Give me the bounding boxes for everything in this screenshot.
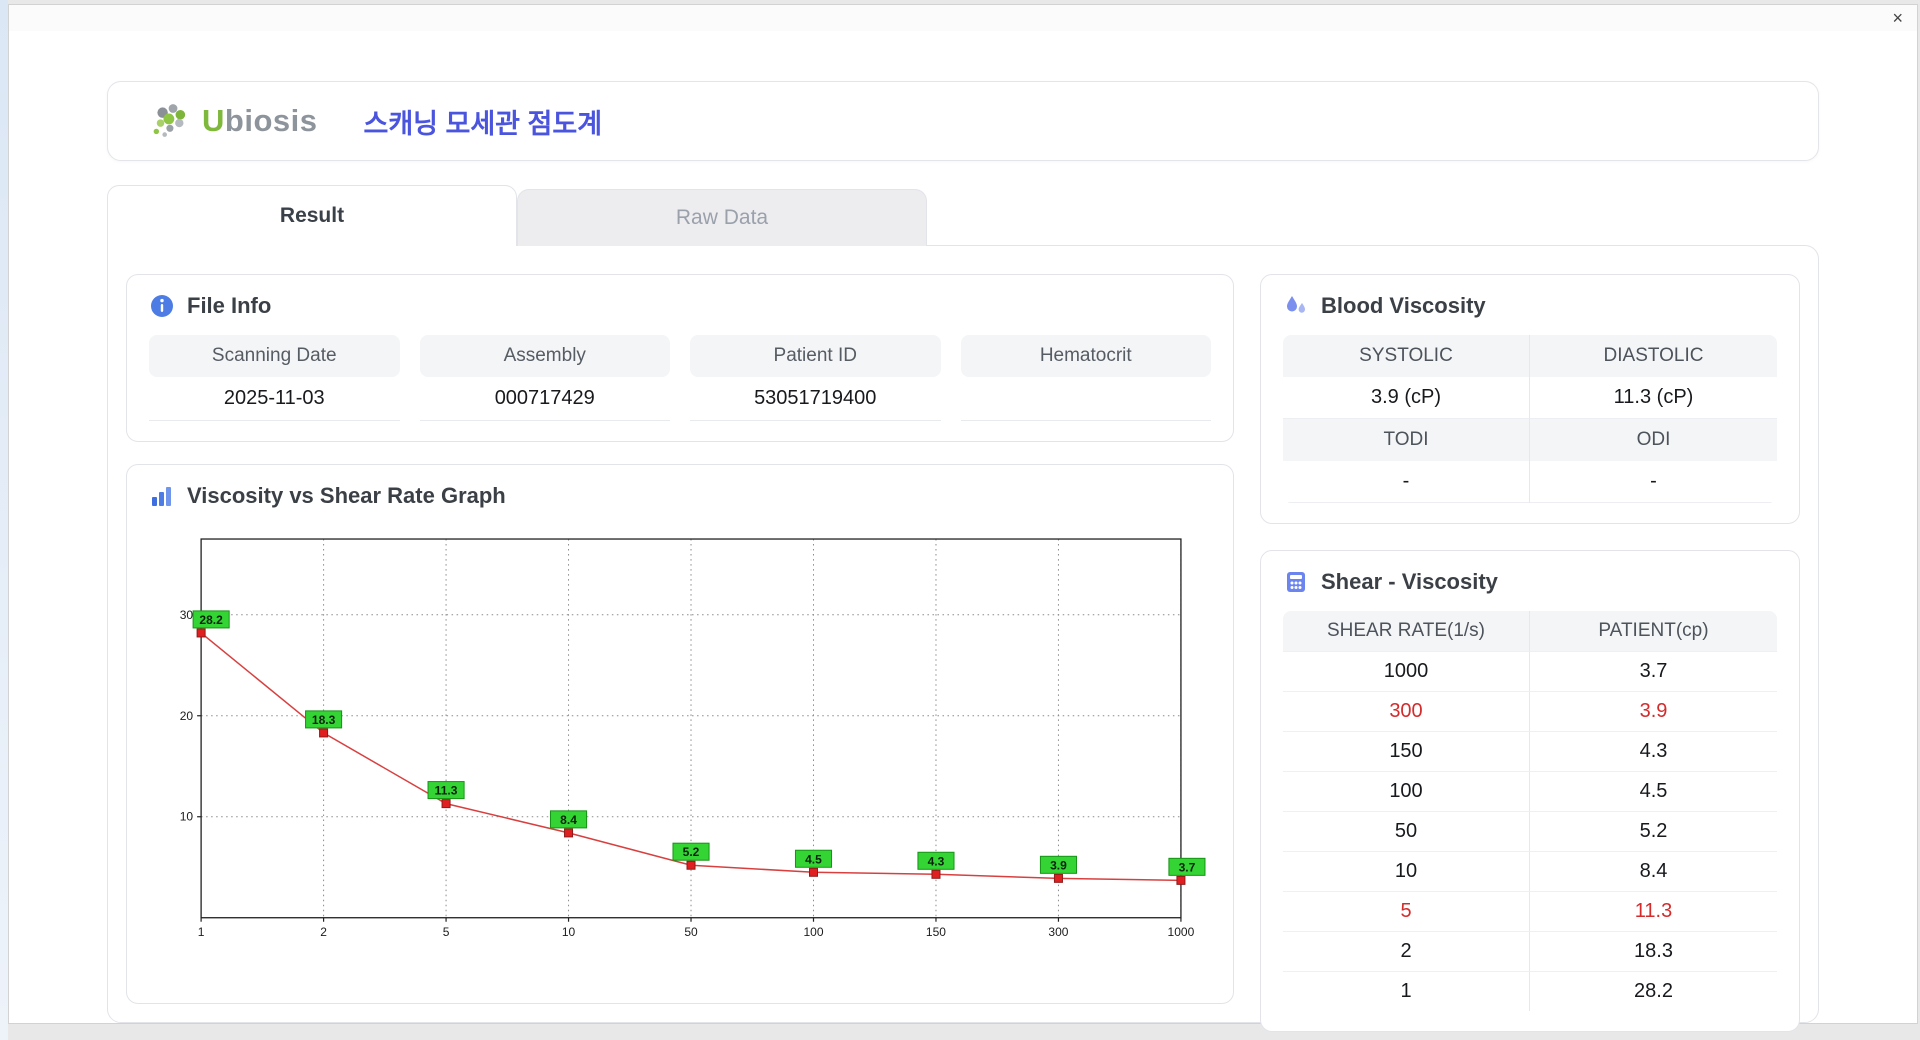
svg-text:18.3: 18.3 bbox=[312, 713, 336, 727]
info-icon bbox=[151, 295, 173, 317]
svg-text:28.2: 28.2 bbox=[199, 613, 223, 627]
logo-text-u: U bbox=[202, 103, 225, 138]
svg-text:5.2: 5.2 bbox=[683, 845, 700, 859]
sv-rate: 50 bbox=[1283, 811, 1530, 851]
field-label: Assembly bbox=[419, 335, 670, 377]
sv-col-patient: PATIENT(cp) bbox=[1530, 611, 1777, 651]
graph-header: Viscosity vs Shear Rate Graph bbox=[149, 483, 1211, 509]
shear-viscosity-header: Shear - Viscosity bbox=[1283, 569, 1777, 595]
tab-raw-data[interactable]: Raw Data bbox=[517, 189, 927, 246]
sv-value: 3.9 bbox=[1530, 691, 1777, 731]
svg-text:4.5: 4.5 bbox=[805, 852, 822, 866]
page: Ubiosis 스캐닝 모세관 점도계 Result Raw Data File bbox=[9, 31, 1917, 1032]
window-close-button[interactable]: × bbox=[1892, 9, 1903, 27]
app-header: Ubiosis 스캐닝 모세관 점도계 bbox=[107, 81, 1819, 161]
field-assembly: Assembly 000717429 bbox=[419, 335, 670, 421]
sv-rate: 2 bbox=[1283, 931, 1530, 971]
bv-header-systolic: SYSTOLIC bbox=[1283, 335, 1530, 377]
field-value: 000717429 bbox=[419, 377, 670, 421]
file-info-header: File Info bbox=[149, 293, 1211, 319]
svg-text:20: 20 bbox=[180, 709, 194, 723]
droplet-icon bbox=[1287, 296, 1305, 313]
svg-text:11.3: 11.3 bbox=[435, 784, 458, 798]
graph-card: Viscosity vs Shear Rate Graph 10 20 30 1 2 5 1… bbox=[126, 464, 1234, 1004]
shear-viscosity-table: SHEAR RATE(1/s) PATIENT(cp) 1000 3.7 300… bbox=[1283, 611, 1777, 1011]
logo-text: Ubiosis bbox=[202, 103, 317, 139]
sv-rate: 150 bbox=[1283, 731, 1530, 771]
sv-rate: 5 bbox=[1283, 891, 1530, 931]
svg-text:150: 150 bbox=[926, 925, 946, 939]
svg-text:1000: 1000 bbox=[1168, 925, 1195, 939]
bv-value-odi: - bbox=[1530, 461, 1777, 503]
svg-text:300: 300 bbox=[1048, 925, 1068, 939]
field-value bbox=[960, 377, 1211, 421]
blood-viscosity-table: SYSTOLIC DIASTOLIC 3.9 (cP) 11.3 (cP) TO… bbox=[1283, 335, 1777, 503]
sv-value: 4.3 bbox=[1530, 731, 1777, 771]
bv-header-odi: ODI bbox=[1530, 419, 1777, 461]
bar-chart-icon bbox=[152, 487, 171, 506]
calculator-icon bbox=[1287, 572, 1305, 592]
svg-text:5: 5 bbox=[443, 925, 450, 939]
svg-text:100: 100 bbox=[803, 925, 823, 939]
window-titlebar: × bbox=[9, 5, 1917, 31]
tab-result[interactable]: Result bbox=[107, 185, 517, 246]
ubiosis-logo-icon bbox=[153, 104, 186, 137]
page-title: 스캐닝 모세관 점도계 bbox=[363, 108, 603, 139]
shear-viscosity-title: Shear - Viscosity bbox=[1321, 569, 1498, 594]
field-label: Patient ID bbox=[690, 335, 941, 377]
file-info-fields: Scanning Date 2025-11-03 Assembly 000717… bbox=[149, 335, 1211, 421]
svg-text:10: 10 bbox=[180, 810, 194, 824]
svg-text:50: 50 bbox=[684, 925, 698, 939]
svg-text:30: 30 bbox=[180, 608, 194, 622]
svg-text:10: 10 bbox=[562, 925, 576, 939]
graph-title: Viscosity vs Shear Rate Graph bbox=[187, 483, 506, 508]
bv-value-diastolic: 11.3 (cP) bbox=[1530, 377, 1777, 419]
blood-viscosity-card: Blood Viscosity SYSTOLIC DIASTOLIC 3.9 (… bbox=[1260, 274, 1800, 524]
svg-text:4.3: 4.3 bbox=[928, 854, 945, 868]
sv-value: 5.2 bbox=[1530, 811, 1777, 851]
field-label: Hematocrit bbox=[960, 335, 1211, 377]
sv-rate: 1000 bbox=[1283, 651, 1530, 691]
sv-rate: 100 bbox=[1283, 771, 1530, 811]
sv-value: 8.4 bbox=[1530, 851, 1777, 891]
blood-viscosity-header: Blood Viscosity bbox=[1283, 293, 1777, 319]
shear-viscosity-card: Shear - Viscosity SHEAR RATE(1/s) PATIEN… bbox=[1260, 550, 1800, 1032]
sv-rate: 300 bbox=[1283, 691, 1530, 731]
field-hematocrit: Hematocrit bbox=[960, 335, 1211, 421]
bv-header-diastolic: DIASTOLIC bbox=[1530, 335, 1777, 377]
sv-value: 18.3 bbox=[1530, 931, 1777, 971]
bv-value-todi: - bbox=[1283, 461, 1530, 503]
viscosity-chart: 10 20 30 1 2 5 10 50 100 150 300 1000 28.2 18.3 11.3 8.… bbox=[180, 538, 1206, 939]
tab-bar: Result Raw Data bbox=[107, 185, 1819, 246]
sv-rate: 1 bbox=[1283, 971, 1530, 1011]
sv-value: 28.2 bbox=[1530, 971, 1777, 1011]
field-patient-id: Patient ID 53051719400 bbox=[690, 335, 941, 421]
result-panel: File Info Scanning Date 2025-11-03 Assem… bbox=[107, 245, 1819, 1032]
bv-value-systolic: 3.9 (cP) bbox=[1283, 377, 1530, 419]
svg-text:1: 1 bbox=[198, 925, 205, 939]
desktop-edge bbox=[0, 0, 8, 1040]
svg-text:3.7: 3.7 bbox=[1179, 860, 1196, 874]
field-value: 53051719400 bbox=[690, 377, 941, 421]
right-column: Blood Viscosity SYSTOLIC DIASTOLIC 3.9 (… bbox=[1260, 274, 1800, 1032]
blood-viscosity-title: Blood Viscosity bbox=[1321, 293, 1486, 318]
field-scanning-date: Scanning Date 2025-11-03 bbox=[149, 335, 400, 421]
sv-rate: 10 bbox=[1283, 851, 1530, 891]
svg-text:3.9: 3.9 bbox=[1050, 858, 1067, 872]
sv-value: 11.3 bbox=[1530, 891, 1777, 931]
field-value: 2025-11-03 bbox=[149, 377, 400, 421]
svg-text:2: 2 bbox=[320, 925, 327, 939]
file-info-title: File Info bbox=[187, 293, 272, 318]
ubiosis-logo: Ubiosis bbox=[148, 100, 317, 142]
file-info-card: File Info Scanning Date 2025-11-03 Assem… bbox=[126, 274, 1234, 442]
bv-header-todi: TODI bbox=[1283, 419, 1530, 461]
logo-text-rest: biosis bbox=[224, 103, 318, 138]
field-label: Scanning Date bbox=[149, 335, 400, 377]
svg-text:8.4: 8.4 bbox=[560, 813, 577, 827]
sv-value: 4.5 bbox=[1530, 771, 1777, 811]
sv-value: 3.7 bbox=[1530, 651, 1777, 691]
left-column: File Info Scanning Date 2025-11-03 Assem… bbox=[126, 274, 1234, 1004]
app-window: × Ubiosis 스캐닝 모세관 점도계 Result Raw Data Fi… bbox=[8, 4, 1918, 1032]
sv-col-shear-rate: SHEAR RATE(1/s) bbox=[1283, 611, 1530, 651]
